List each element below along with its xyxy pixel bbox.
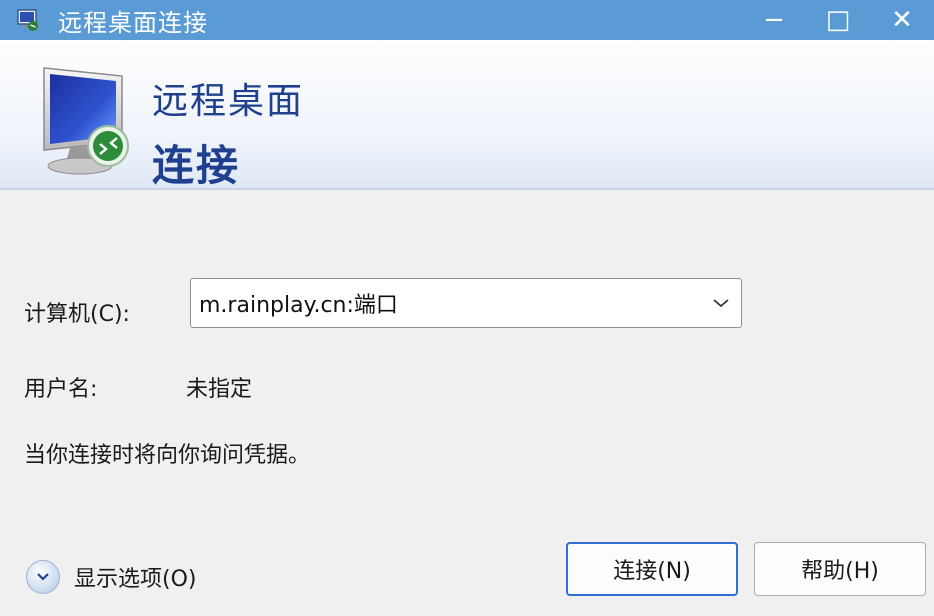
remote-desktop-icon [16,8,40,32]
header-banner: 远程桌面 连接 [0,40,934,190]
close-button[interactable]: ✕ [870,0,934,40]
maximize-button[interactable]: □ [806,0,870,40]
header-title-connect: 连接 [152,141,241,190]
computer-input[interactable]: m.rainplay.cn:端口 [199,287,701,319]
show-options-toggle[interactable]: 显示选项(O) [26,560,196,594]
show-options-label[interactable]: 显示选项(O) [74,561,196,593]
chevron-down-icon[interactable] [701,279,741,327]
window-title: 远程桌面连接 [58,8,208,37]
remote-desktop-monitor-icon [30,64,142,180]
credentials-note: 当你连接时将向你询问凭据。 [24,443,311,468]
username-value: 未指定 [186,377,253,402]
computer-label: 计算机(C): [24,302,130,327]
computer-combobox[interactable]: m.rainplay.cn:端口 [190,278,742,328]
title-bar: 远程桌面连接 − □ ✕ [0,0,934,40]
expand-chevron-icon[interactable] [26,560,60,594]
connect-button[interactable]: 连接(N) [566,542,738,596]
header-title-remote-desktop: 远程桌面 [152,81,305,122]
minimize-button[interactable]: − [742,0,806,40]
username-label: 用户名: [24,377,98,402]
help-button[interactable]: 帮助(H) [754,542,926,596]
